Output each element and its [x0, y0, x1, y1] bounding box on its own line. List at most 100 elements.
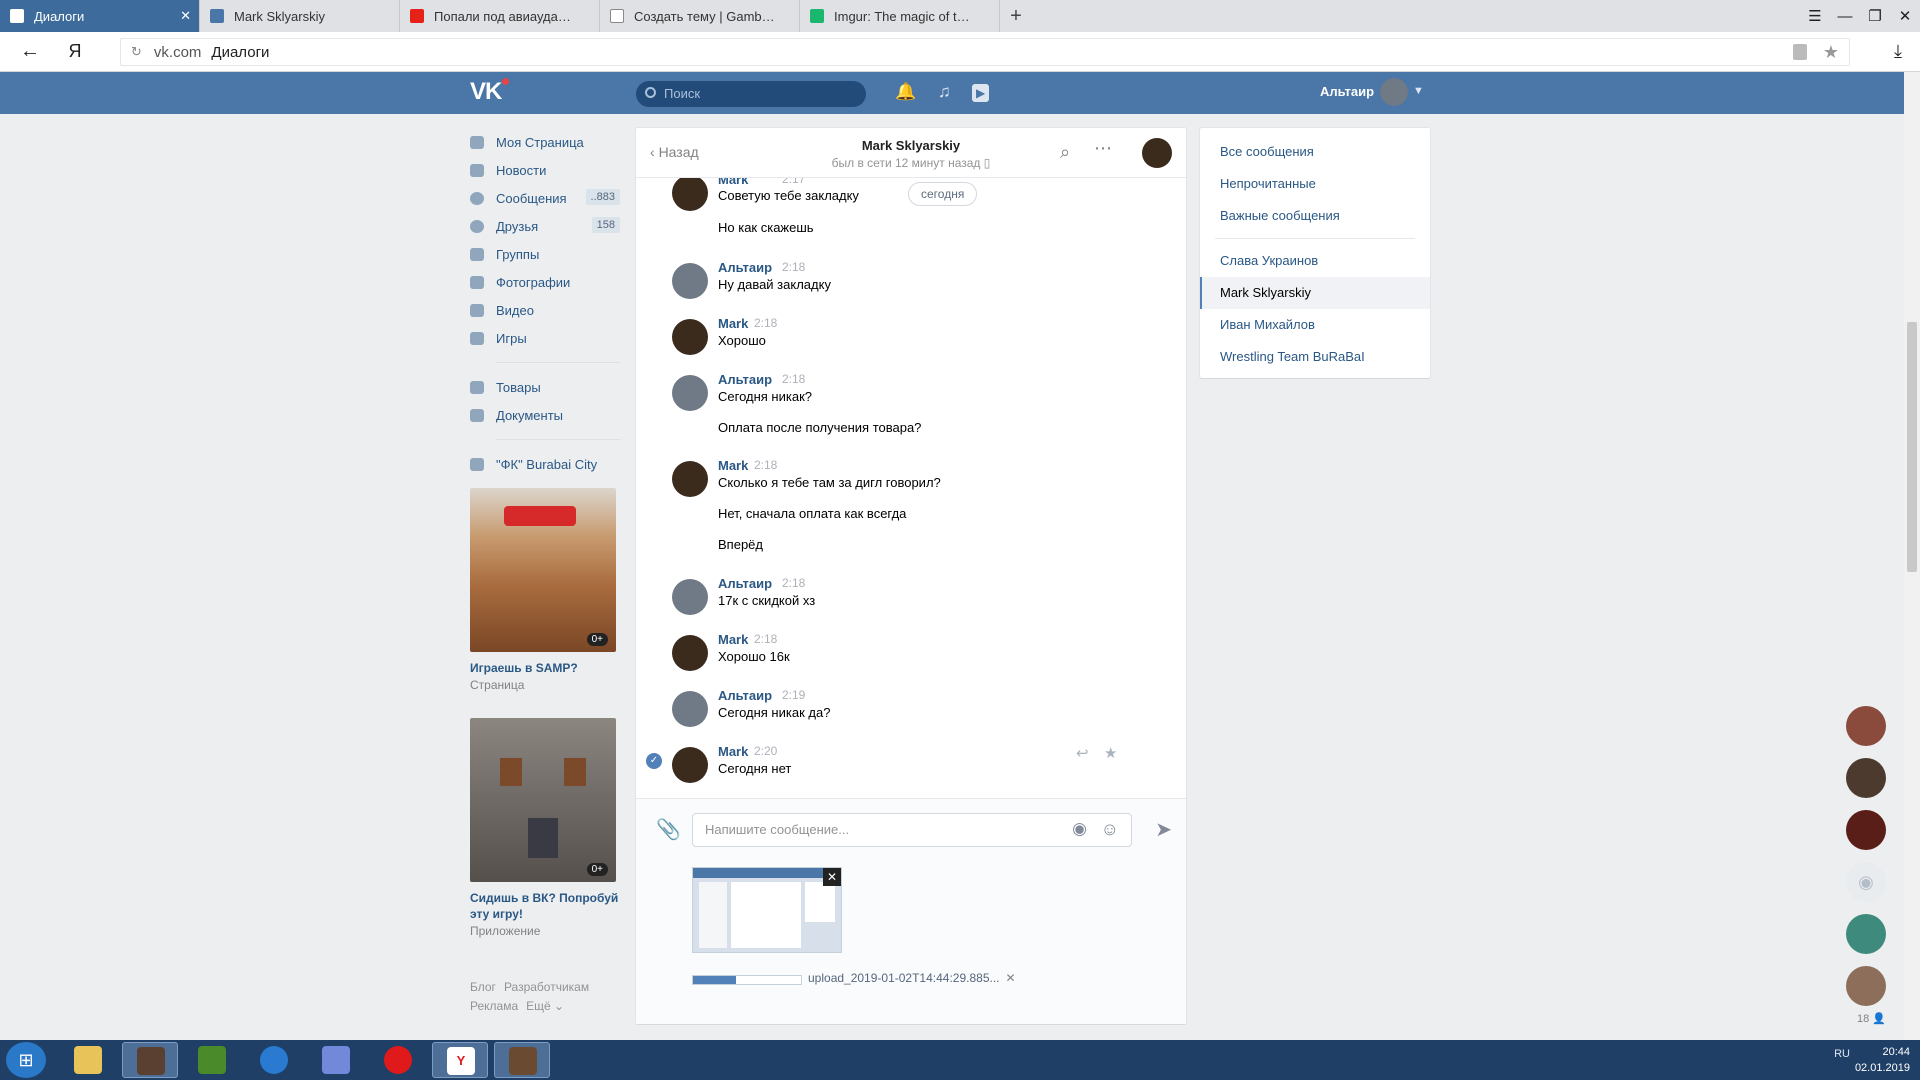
browser-tab-mark[interactable]: Mark Sklyarskiy [200, 0, 400, 32]
side-friend-avatar[interactable] [1846, 966, 1886, 1006]
message-group[interactable]: Mark 2:17 Советую тебе закладку сегодня … [672, 178, 1142, 235]
browser-tab-dialogs[interactable]: Диалоги ✕ [0, 0, 200, 32]
bookmark-star-icon[interactable]: ★ [1823, 42, 1839, 63]
side-friend-avatar[interactable] [1846, 758, 1886, 798]
scrollbar-thumb[interactable] [1907, 322, 1917, 572]
filter-all[interactable]: Все сообщения [1200, 136, 1430, 168]
attachment-thumbnail[interactable]: ✕ [692, 867, 842, 953]
taskbar-ie[interactable] [246, 1042, 302, 1078]
message-group[interactable]: Mark 2:18 Хорошо 16к [672, 632, 1142, 672]
message-author[interactable]: Mark [718, 744, 748, 759]
filter-unread[interactable]: Непрочитанные [1200, 168, 1430, 200]
avatar[interactable] [672, 319, 708, 355]
footer-link-developers[interactable]: Разработчикам [504, 980, 589, 994]
cancel-upload-icon[interactable]: ✕ [1006, 971, 1016, 985]
search-icon[interactable]: ⌕ [1060, 142, 1070, 163]
dialog-item[interactable]: Wrestling Team BuRaBaI [1200, 341, 1430, 373]
footer-link-more[interactable]: Ещё ⌄ [526, 999, 564, 1013]
avatar[interactable] [672, 747, 708, 783]
camera-placeholder-icon[interactable]: ◉ [1846, 862, 1886, 902]
avatar[interactable] [672, 263, 708, 299]
avatar[interactable] [672, 635, 708, 671]
message-group[interactable]: Альтаир 2:18 17к с скидкой хз [672, 576, 1142, 616]
search-input[interactable]: Поиск [636, 81, 866, 107]
browser-tab-imgur[interactable]: Imgur: The magic of the Inte [800, 0, 1000, 32]
remove-attachment-icon[interactable]: ✕ [823, 868, 841, 886]
header-avatar[interactable] [1380, 78, 1408, 106]
dialog-item[interactable]: Слава Украинов [1200, 245, 1430, 277]
taskbar-yandex[interactable]: Y [432, 1042, 488, 1078]
message-author[interactable]: Альтаир [718, 260, 772, 275]
message-author[interactable]: Mark [718, 178, 748, 187]
menu-item-friends[interactable]: Друзья 158 [470, 212, 620, 240]
browser-tab-youtube[interactable]: Попали под авиаудар [ARMA [400, 0, 600, 32]
menu-item-group-fk[interactable]: "ФК" Burabai City [470, 450, 620, 478]
start-button[interactable]: ⊞ [6, 1042, 46, 1078]
menu-item-my-page[interactable]: Моя Страница [470, 128, 620, 156]
message-author[interactable]: Альтаир [718, 576, 772, 591]
taskbar-discord[interactable] [308, 1042, 364, 1078]
filter-important[interactable]: Важные сообщения [1200, 200, 1430, 232]
minimize-icon[interactable]: — [1830, 8, 1860, 25]
menu-item-groups[interactable]: Группы [470, 240, 620, 268]
avatar[interactable] [672, 691, 708, 727]
menu-item-video[interactable]: Видео [470, 296, 620, 324]
page-scrollbar[interactable] [1904, 72, 1920, 1040]
message-group[interactable]: Альтаир 2:18 Сегодня никак? Оплата после… [672, 372, 1142, 438]
chevron-down-icon[interactable]: ▼ [1413, 85, 1424, 97]
taskbar-explorer[interactable] [60, 1042, 116, 1078]
more-icon[interactable]: ⋯ [1094, 138, 1112, 159]
reload-icon[interactable]: ↻ [131, 44, 142, 60]
back-arrow-icon[interactable]: ← [0, 40, 60, 63]
message-author[interactable]: Mark [718, 316, 748, 331]
message-author[interactable]: Альтаир [718, 372, 772, 387]
menu-item-messages[interactable]: Сообщения ..883 [470, 184, 620, 212]
dialog-item[interactable]: Иван Михайлов [1200, 309, 1430, 341]
menu-item-news[interactable]: Новости [470, 156, 620, 184]
message-author[interactable]: Альтаир [718, 688, 772, 703]
promo-image-game[interactable]: 0+ [470, 718, 616, 882]
restore-icon[interactable]: ❐ [1860, 7, 1890, 25]
message-group[interactable]: Альтаир 2:18 Ну давай закладку [672, 260, 1142, 300]
promo-title[interactable]: Сидишь в ВК? Попробуй эту игру! [470, 890, 620, 922]
new-tab-button[interactable]: + [1000, 0, 1032, 32]
side-friend-avatar[interactable] [1846, 706, 1886, 746]
taskbar-app-2[interactable] [184, 1042, 240, 1078]
star-icon[interactable]: ★ [1104, 744, 1117, 762]
download-icon[interactable]: ⤓ [1894, 41, 1902, 62]
play-icon[interactable]: ▶ [972, 84, 990, 102]
message-group[interactable]: Mark 2:18 Хорошо [672, 316, 1142, 356]
lock-icon[interactable] [1793, 44, 1807, 60]
promo-title[interactable]: Играешь в SAMP? [470, 660, 620, 676]
menu-item-photos[interactable]: Фотографии [470, 268, 620, 296]
bell-icon[interactable]: 🔔 [895, 82, 916, 102]
close-tab-icon[interactable]: ✕ [180, 8, 191, 24]
side-friend-avatar[interactable] [1846, 810, 1886, 850]
emoji-icon[interactable]: ☺ [1101, 813, 1119, 845]
menu-icon[interactable]: ☰ [1800, 7, 1830, 25]
send-icon[interactable]: ➤ [1155, 817, 1172, 842]
avatar[interactable] [672, 178, 708, 211]
attach-icon[interactable]: 📎 [656, 817, 681, 842]
selected-check-icon[interactable]: ✓ [646, 753, 662, 769]
reply-icon[interactable]: ↩ [1076, 744, 1089, 762]
footer-link-blog[interactable]: Блог [470, 980, 496, 994]
taskbar-clock[interactable]: 20:44 02.01.2019 [1855, 1044, 1910, 1076]
tray-language[interactable]: RU [1834, 1048, 1850, 1060]
contact-avatar[interactable] [1142, 138, 1172, 168]
message-author[interactable]: Mark [718, 458, 748, 473]
header-user-name[interactable]: Альтаир [1320, 84, 1374, 99]
menu-item-goods[interactable]: Товары [470, 373, 620, 401]
avatar[interactable] [672, 375, 708, 411]
message-group[interactable]: Mark 2:18 Сколько я тебе там за дигл гов… [672, 458, 1142, 552]
message-history[interactable]: Mark 2:17 Советую тебе закладку сегодня … [636, 178, 1186, 798]
online-friends-count[interactable]: 18 👤 [1857, 1012, 1886, 1025]
taskbar-opera[interactable] [370, 1042, 426, 1078]
message-input[interactable]: Напишите сообщение... ◉ ☺ [692, 813, 1132, 847]
message-author[interactable]: Mark [718, 632, 748, 647]
avatar[interactable] [672, 461, 708, 497]
url-field[interactable]: ↻ vk.com Диалоги ★ [120, 38, 1850, 66]
avatar[interactable] [672, 579, 708, 615]
footer-link-ads[interactable]: Реклама [470, 999, 518, 1013]
taskbar-app-3[interactable] [494, 1042, 550, 1078]
